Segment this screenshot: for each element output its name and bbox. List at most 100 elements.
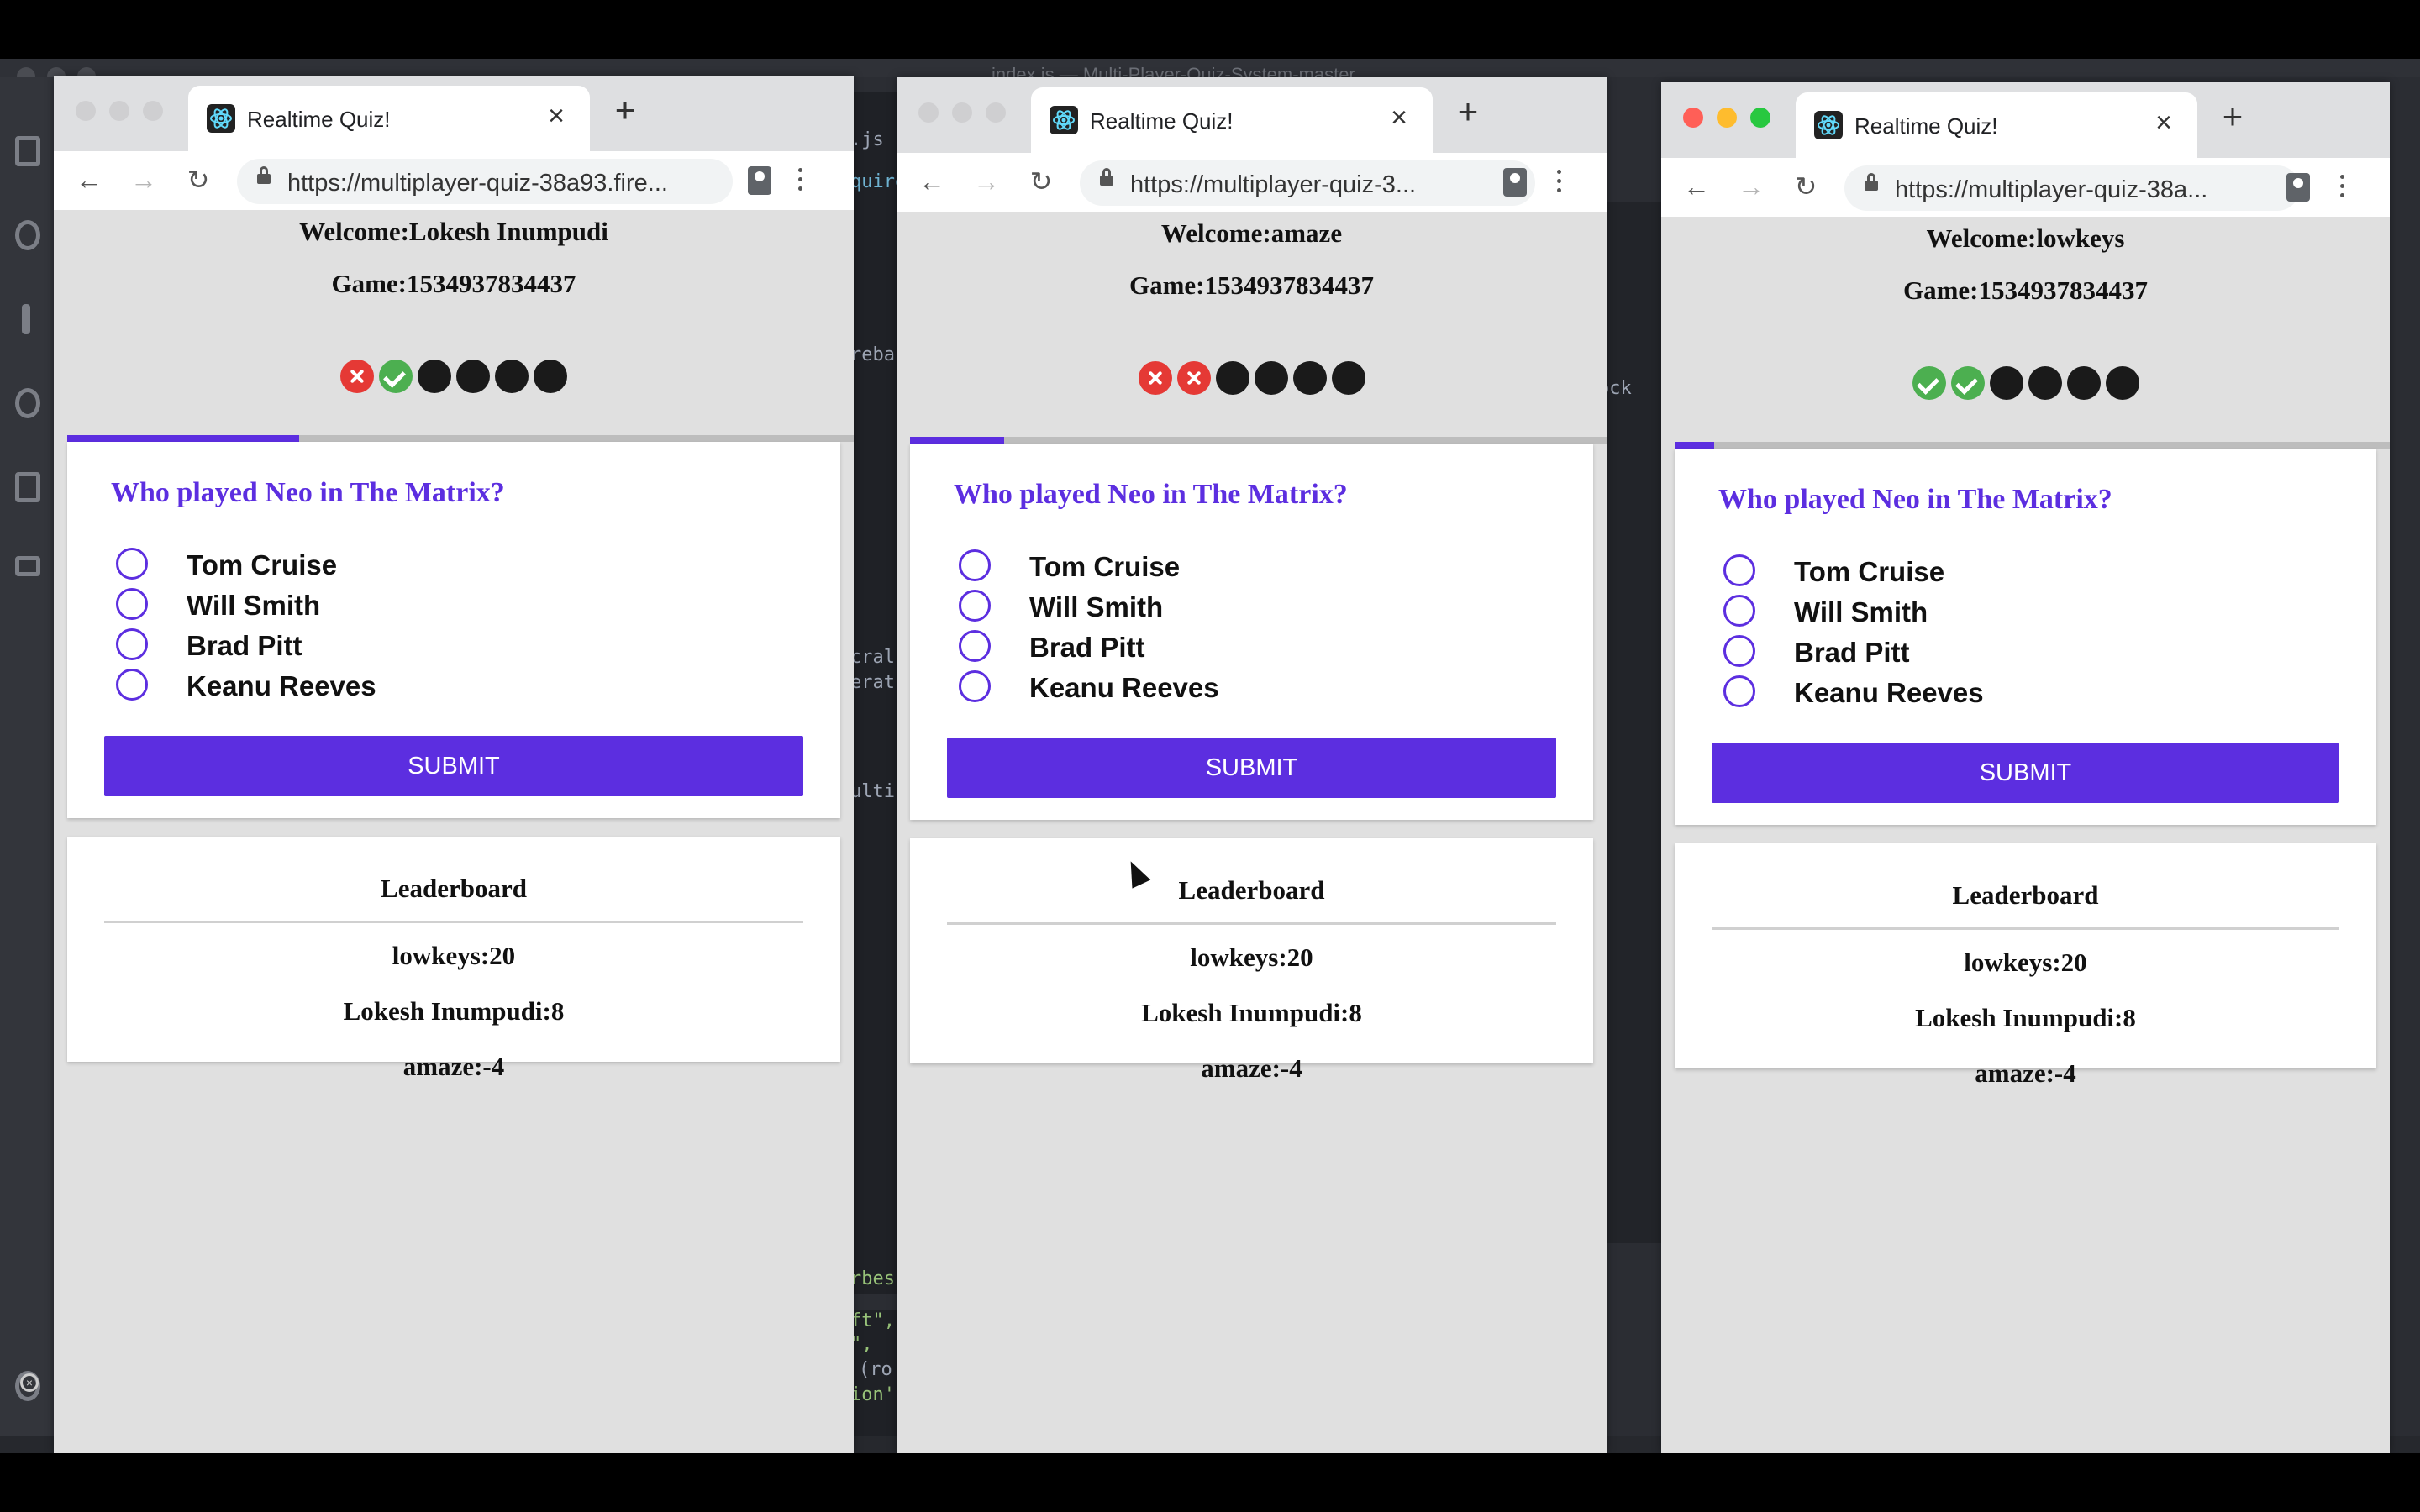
option-label: Brad Pitt: [187, 630, 302, 661]
code-pane-lower: ft", ", (ro ion': [849, 1310, 899, 1436]
pending-question-dot: [1989, 366, 2023, 400]
code-fragment: erat: [850, 672, 895, 693]
radio-button[interactable]: [116, 548, 148, 580]
leaderboard-card: Leaderboard lowkeys:20 Lokesh Inumpudi:8…: [910, 838, 1593, 1083]
error-status-icon[interactable]: ×: [20, 1373, 39, 1392]
address-bar[interactable]: https://multiplayer-quiz-38a...: [1844, 165, 2300, 211]
radio-button[interactable]: [959, 590, 991, 622]
window-minimize-button[interactable]: [109, 101, 129, 121]
submit-button[interactable]: SUBMIT: [104, 736, 803, 796]
divider: [104, 921, 803, 923]
divider: [947, 922, 1556, 925]
radio-button[interactable]: [959, 630, 991, 662]
code-fragment: .js: [850, 129, 884, 150]
react-favicon-icon: [207, 104, 235, 133]
radio-button[interactable]: [1723, 675, 1755, 707]
browser-tab[interactable]: Realtime Quiz! ×: [1031, 87, 1433, 155]
url-text: https://multiplayer-quiz-38a93.fire...: [287, 170, 668, 197]
window-close-button[interactable]: [1683, 108, 1703, 128]
wrong-answer-icon: [340, 360, 374, 393]
extensions-icon[interactable]: [15, 472, 40, 502]
progress-fill: [910, 437, 1004, 444]
radio-button[interactable]: [1723, 635, 1755, 667]
pending-question-dot: [534, 360, 567, 393]
tab-close-icon[interactable]: ×: [2149, 108, 2179, 138]
radio-button[interactable]: [116, 588, 148, 620]
wrong-answer-icon: [1176, 361, 1211, 395]
leaderboard-entry: Lokesh Inumpudi:8: [1915, 1003, 2136, 1032]
code-fragment: reba: [850, 344, 895, 365]
radio-button[interactable]: [959, 549, 991, 581]
answer-status-dots: [54, 360, 854, 393]
tab-title: Realtime Quiz!: [1854, 113, 1998, 139]
submit-button[interactable]: SUBMIT: [1712, 743, 2339, 803]
explorer-icon[interactable]: [15, 136, 40, 166]
back-arrow-icon[interactable]: ←: [1680, 170, 1713, 203]
leaderboard-title: Leaderboard: [1178, 875, 1325, 905]
address-bar[interactable]: https://multiplayer-quiz-38a93.fire...: [237, 159, 733, 204]
menu-kebab-icon[interactable]: [2333, 170, 2350, 203]
option-label: Brad Pitt: [1029, 632, 1145, 663]
question-card: Who played Neo in The Matrix? Tom Cruise…: [910, 444, 1593, 820]
reload-icon[interactable]: ↻: [1789, 170, 1823, 203]
new-tab-button[interactable]: +: [2216, 99, 2249, 134]
reload-icon[interactable]: ↻: [1024, 165, 1058, 198]
wrong-answer-icon: [1138, 361, 1172, 395]
radio-button[interactable]: [116, 628, 148, 660]
menu-kebab-icon[interactable]: [792, 163, 808, 197]
debug-icon[interactable]: [15, 388, 40, 418]
option-label: Tom Cruise: [1794, 556, 1945, 587]
radio-button[interactable]: [116, 669, 148, 701]
window-close-button[interactable]: [918, 102, 939, 123]
tab-close-icon[interactable]: ×: [1384, 102, 1414, 133]
profile-icon[interactable]: [2286, 173, 2310, 202]
forward-arrow-icon[interactable]: →: [127, 163, 160, 197]
question-card: Who played Neo in The Matrix? Tom Cruise…: [67, 442, 840, 818]
option-label: Keanu Reeves: [187, 670, 376, 701]
leaderboard-entry: lowkeys:20: [392, 941, 516, 970]
window-minimize-button[interactable]: [1717, 108, 1737, 128]
forward-arrow-icon[interactable]: →: [970, 165, 1003, 198]
forward-arrow-icon[interactable]: →: [1734, 170, 1768, 203]
submit-button[interactable]: SUBMIT: [947, 738, 1556, 798]
back-arrow-icon[interactable]: ←: [915, 165, 949, 198]
window-minimize-button[interactable]: [952, 102, 972, 123]
new-tab-button[interactable]: +: [608, 92, 642, 128]
editor-activity-bar: [0, 77, 54, 1453]
menu-kebab-icon[interactable]: [1550, 165, 1567, 198]
docker-icon[interactable]: [15, 556, 40, 576]
source-control-icon[interactable]: [22, 304, 30, 334]
window-close-button[interactable]: [76, 101, 96, 121]
correct-answer-icon: [1950, 366, 1985, 400]
tab-close-icon[interactable]: ×: [541, 101, 571, 131]
quiz-page: Welcome:Lokesh Inumpudi Game:15349378344…: [54, 210, 854, 1453]
progress-fill: [67, 435, 300, 442]
tab-strip: Realtime Quiz! × +: [897, 77, 1607, 155]
lock-icon: [1100, 168, 1113, 186]
window-zoom-button[interactable]: [143, 101, 163, 121]
window-zoom-button[interactable]: [986, 102, 1006, 123]
pending-question-dot: [1215, 361, 1249, 395]
back-arrow-icon[interactable]: ←: [72, 163, 106, 197]
option-label: Tom Cruise: [187, 549, 338, 580]
browser-tab[interactable]: Realtime Quiz! ×: [1796, 92, 2197, 160]
radio-button[interactable]: [1723, 595, 1755, 627]
address-bar[interactable]: https://multiplayer-quiz-3...: [1080, 160, 1535, 206]
correct-answer-icon: [379, 360, 413, 393]
leaderboard-entry: amaze:-4: [1201, 1053, 1302, 1083]
profile-icon[interactable]: [1503, 168, 1527, 197]
quiz-page: Welcome:amaze Game:1534937834437 Who pla…: [897, 212, 1607, 1453]
search-icon[interactable]: [15, 220, 40, 250]
radio-button[interactable]: [959, 670, 991, 702]
option-label: Will Smith: [187, 590, 321, 621]
answer-status-dots: [1661, 366, 2390, 400]
new-tab-button[interactable]: +: [1451, 94, 1485, 129]
reload-icon[interactable]: ↻: [182, 163, 215, 197]
radio-button[interactable]: [1723, 554, 1755, 586]
browser-tab[interactable]: Realtime Quiz! ×: [188, 86, 590, 153]
profile-icon[interactable]: [748, 166, 771, 195]
welcome-text: Welcome:amaze: [1160, 218, 1343, 248]
correct-answer-icon: [1912, 366, 1946, 400]
game-id-text: Game:1534937834437: [331, 269, 576, 298]
window-zoom-button[interactable]: [1750, 108, 1770, 128]
